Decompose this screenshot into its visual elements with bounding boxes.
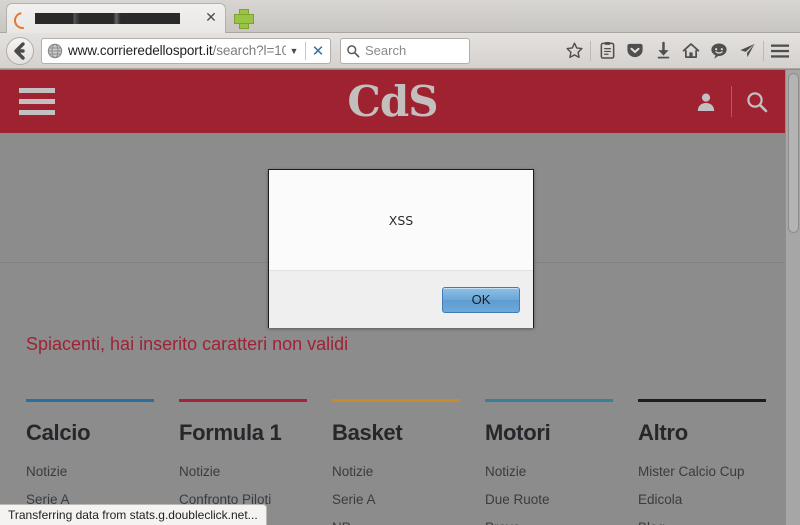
footer-column-altro: Altro Mister Calcio Cup Edicola Blog [638,399,791,525]
column-title: Motori [485,420,551,445]
search-input[interactable]: Search [365,43,406,58]
column-link[interactable]: Notizie [26,464,179,479]
column-title: Calcio [26,420,91,445]
reading-list-icon[interactable] [593,38,621,64]
browser-tab-title [35,12,203,25]
column-title: Altro [638,420,688,445]
footer-column-basket: Basket Notizie Serie A NP [332,399,485,525]
new-tab-button[interactable] [232,7,256,31]
url-host: www.corrieredellosport.it [68,43,213,58]
dialog-message: XSS [388,212,414,228]
back-button[interactable] [6,36,34,65]
column-rule [485,399,613,402]
dialog-footer: OK [269,270,533,328]
column-link[interactable]: Mister Calcio Cup [638,464,791,479]
hamburger-menu-icon[interactable] [766,38,794,64]
scrollbar-thumb[interactable] [788,73,799,233]
back-arrow-icon [14,41,25,60]
bookmark-star-icon[interactable] [560,38,588,64]
divider [763,40,764,61]
account-icon[interactable] [694,90,718,114]
status-bar: Transferring data from stats.g.doublecli… [0,504,267,525]
dialog-body: XSS [269,170,533,270]
column-link[interactable]: Blog [638,520,791,525]
chevron-down-icon[interactable]: ▼ [286,46,302,56]
send-tab-icon[interactable] [733,38,761,64]
search-bar[interactable]: Search [340,37,470,64]
globe-icon [47,43,63,58]
divider [731,86,732,117]
column-rule [638,399,766,402]
site-header: CdS [0,70,785,133]
home-icon[interactable] [677,38,705,64]
footer-column-motori: Motori Notizie Due Ruote Prove [485,399,638,525]
column-rule [179,399,307,402]
browser-toolbar-icons [470,37,794,65]
chat-icon[interactable] [705,38,733,64]
downloads-icon[interactable] [649,38,677,64]
column-link[interactable]: Edicola [638,492,791,507]
site-menu-icon[interactable] [19,88,55,115]
status-bar-text: Transferring data from stats.g.doublecli… [8,508,258,522]
vertical-scrollbar[interactable] [785,70,800,525]
column-link[interactable]: NP [332,520,485,525]
address-bar-text: www.corrieredellosport.it/search?l=10&p [68,43,286,58]
browser-tab-strip: ✕ [0,0,800,33]
browser-tab[interactable]: ✕ [6,3,226,33]
column-link[interactable]: Serie A [332,492,485,507]
divider [590,40,591,61]
stop-icon[interactable]: ✕ [309,42,327,60]
site-logo[interactable]: CdS [0,70,785,133]
javascript-alert-dialog: XSS OK [268,169,534,328]
column-link[interactable]: Notizie [332,464,485,479]
error-message: Spiacenti, hai inserito caratteri non va… [26,334,349,354]
browser-nav-bar: www.corrieredellosport.it/search?l=10&p … [0,33,800,69]
column-link[interactable]: Notizie [179,464,332,479]
column-link[interactable]: Prove [485,520,638,525]
site-search-icon[interactable] [745,90,769,114]
column-title: Basket [332,420,403,445]
column-title: Formula 1 [179,420,282,445]
loading-spinner-icon [13,11,29,27]
column-link[interactable]: Notizie [485,464,638,479]
search-icon [347,44,360,57]
pocket-icon[interactable] [621,38,649,64]
divider [305,41,306,60]
browser-window: ✕ www.corrieredellosport.it/search?l=10&… [0,0,800,525]
column-rule [26,399,154,402]
url-path: /search?l=10&p [212,43,286,58]
address-bar[interactable]: www.corrieredellosport.it/search?l=10&p … [41,37,331,64]
close-icon[interactable]: ✕ [203,10,219,27]
ok-button[interactable]: OK [442,286,520,313]
column-rule [332,399,460,402]
column-link[interactable]: Due Ruote [485,492,638,507]
